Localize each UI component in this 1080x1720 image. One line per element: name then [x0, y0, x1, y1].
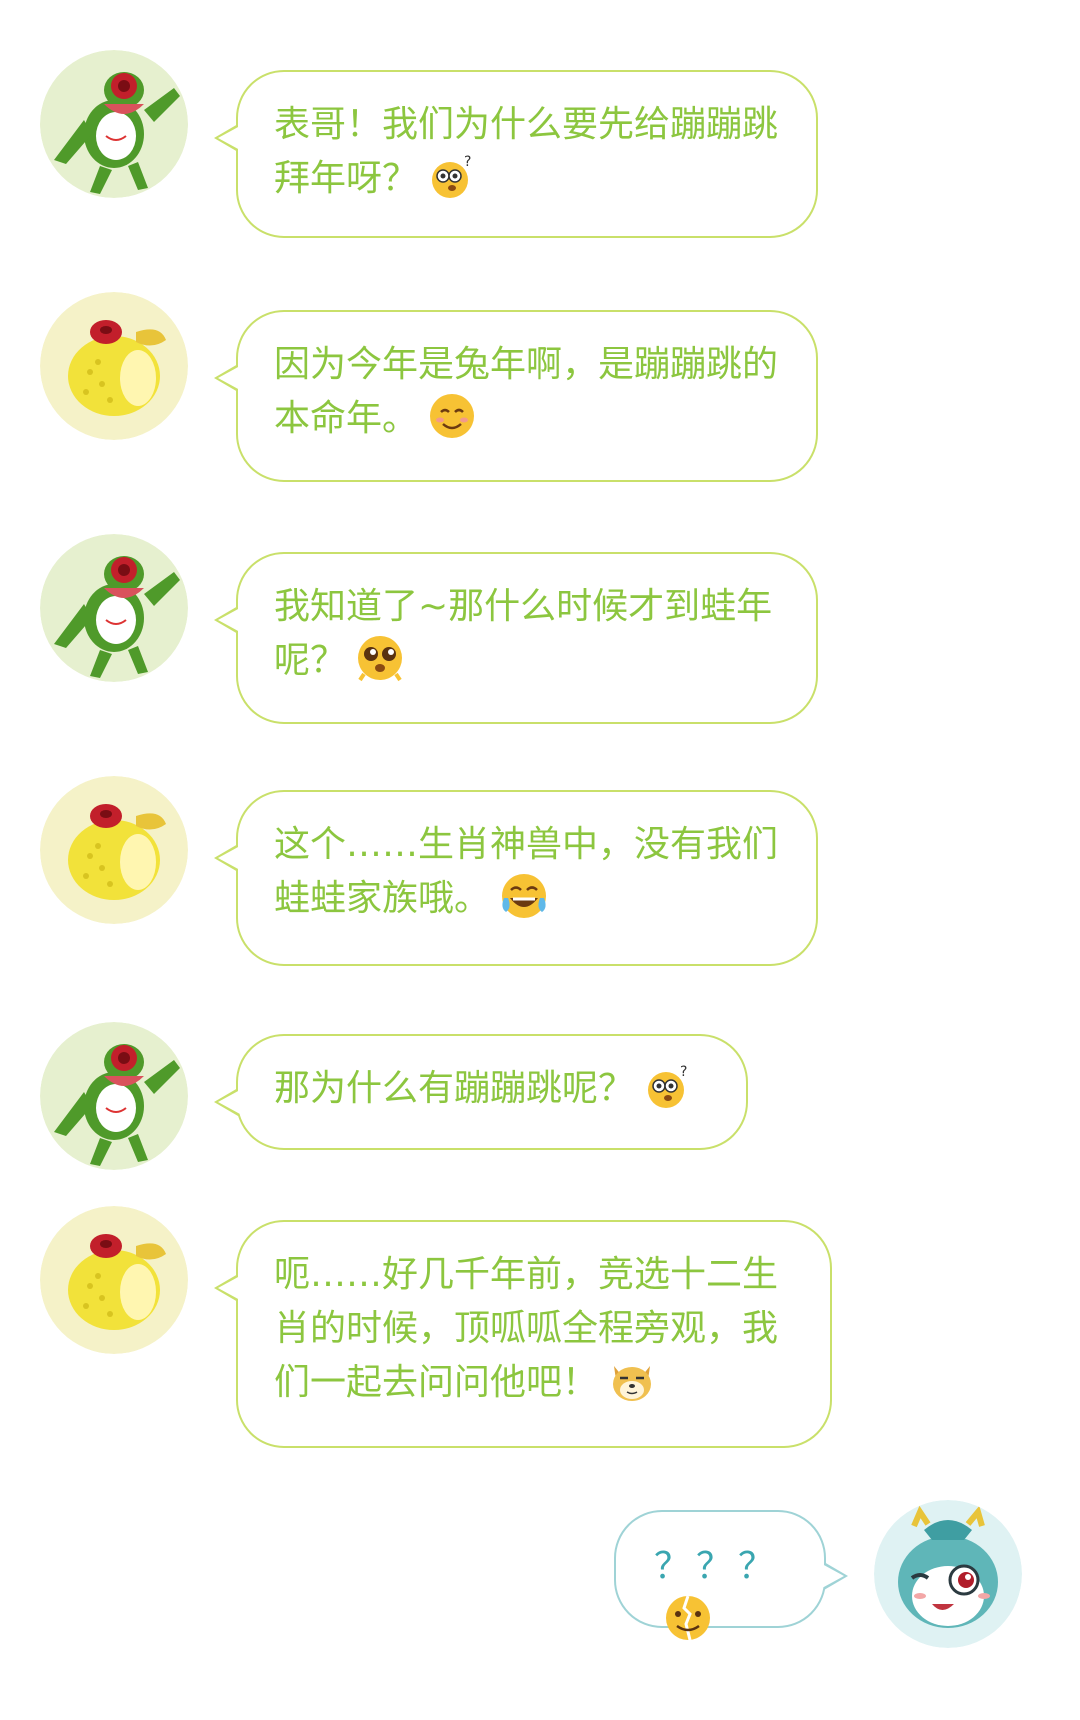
confused-face-icon: ?	[644, 1062, 692, 1110]
message-bubble: 呃……好几千年前，竞选十二生肖的时候，顶呱呱全程旁观，我们一起去问问他吧！	[214, 1220, 832, 1448]
dragon-avatar[interactable]	[874, 1500, 1022, 1648]
pleading-face-icon	[356, 634, 404, 682]
message-text: 我知道了~那什么时候才到蛙年呢？	[274, 586, 773, 681]
smiling-face-icon	[428, 392, 476, 440]
svg-text:?: ?	[464, 154, 471, 170]
message-bubble: 这个……生肖神兽中，没有我们蛙蛙家族哦。	[214, 790, 818, 966]
tears-of-joy-icon	[500, 872, 548, 920]
message-text: 因为今年是兔年啊，是蹦蹦跳的本命年。	[274, 344, 779, 439]
toad-avatar[interactable]	[40, 776, 188, 924]
cracked-face-icon	[664, 1594, 712, 1642]
toad-avatar[interactable]	[40, 1206, 188, 1354]
message-text: 那为什么有蹦蹦跳呢？	[274, 1068, 635, 1109]
message-bubble: ？？？	[614, 1510, 848, 1641]
message-bubble: 我知道了~那什么时候才到蛙年呢？	[214, 552, 818, 724]
message-bubble: 那为什么有蹦蹦跳呢？ ?	[214, 1034, 748, 1150]
message-bubble: 因为今年是兔年啊，是蹦蹦跳的本命年。	[214, 310, 818, 482]
confused-face-icon: ?	[428, 152, 476, 200]
toad-avatar[interactable]	[40, 292, 188, 440]
doge-icon	[608, 1356, 656, 1404]
frog-avatar[interactable]	[40, 534, 188, 682]
svg-text:?: ?	[680, 1064, 687, 1080]
frog-avatar[interactable]	[40, 1022, 188, 1170]
frog-avatar[interactable]	[40, 50, 188, 198]
message-bubble: 表哥！我们为什么要先给蹦蹦跳拜年呀？ ?	[214, 70, 818, 238]
message-text: ？？？	[654, 1546, 781, 1587]
message-text: 呃……好几千年前，竞选十二生肖的时候，顶呱呱全程旁观，我们一起去问问他吧！	[274, 1254, 779, 1403]
message-text: 表哥！我们为什么要先给蹦蹦跳拜年呀？	[274, 104, 779, 199]
